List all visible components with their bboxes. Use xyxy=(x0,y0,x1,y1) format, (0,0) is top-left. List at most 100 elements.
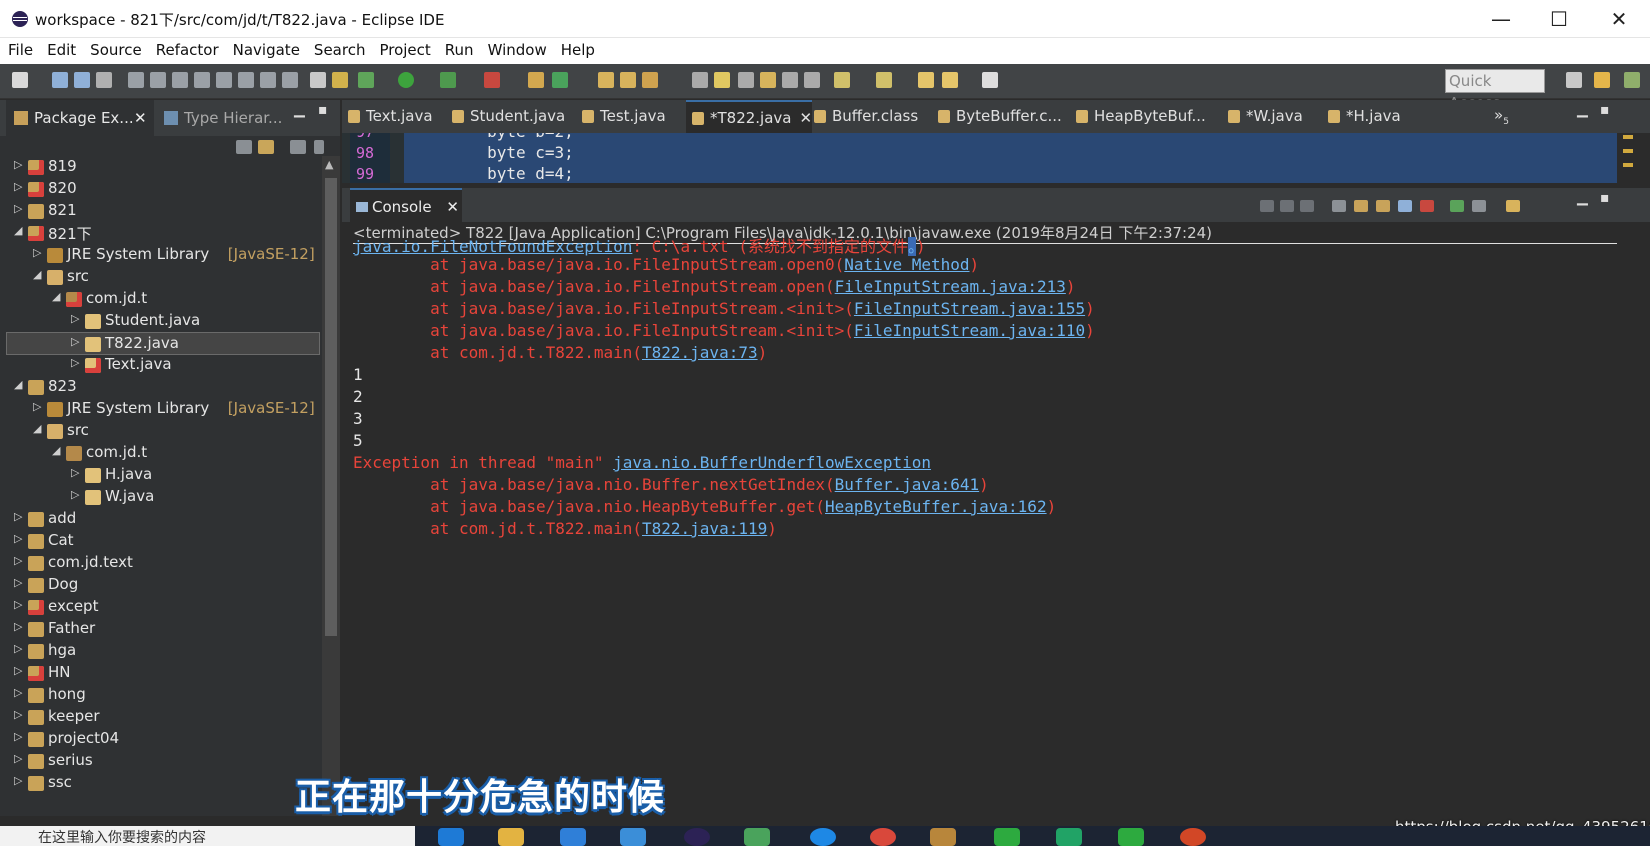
disconnect-icon[interactable] xyxy=(216,72,232,88)
tab-overflow[interactable]: »5 xyxy=(1494,100,1509,137)
word-wrap-icon[interactable] xyxy=(738,72,754,88)
editor-tab[interactable]: Buffer.class xyxy=(808,100,918,133)
maximize-console-icon[interactable]: ▪ xyxy=(1600,190,1610,206)
remove-launch-icon[interactable] xyxy=(1280,200,1294,212)
wechat-icon[interactable] xyxy=(994,828,1020,846)
maximize-view-icon[interactable]: ▪ xyxy=(318,102,328,118)
expand-arrow-icon[interactable]: ▷ xyxy=(14,158,22,171)
menu-help[interactable]: Help xyxy=(561,38,595,59)
terminate-icon[interactable] xyxy=(194,72,210,88)
expand-arrow-icon[interactable]: ▷ xyxy=(14,774,22,787)
scroll-lock-icon[interactable] xyxy=(1354,200,1368,212)
coverage-icon[interactable] xyxy=(440,72,456,88)
tab-console[interactable]: Console ✕ xyxy=(350,188,462,222)
toggle-block-selection-icon[interactable] xyxy=(310,72,326,88)
tree-item[interactable]: ▷ Dog xyxy=(0,574,322,597)
scrollbar-thumb[interactable] xyxy=(325,178,337,636)
maximize-editor-icon[interactable]: ▪ xyxy=(1600,102,1610,118)
tree-item[interactable]: ◢ src xyxy=(0,420,322,443)
editor-tab[interactable]: *H.java xyxy=(1322,100,1401,133)
next-annotation-icon[interactable] xyxy=(834,72,850,88)
resume-icon[interactable] xyxy=(150,72,166,88)
expand-arrow-icon[interactable]: ▷ xyxy=(14,620,22,633)
frame-link[interactable]: T822.java:73 xyxy=(642,343,758,362)
eclipse-taskbar-icon[interactable] xyxy=(684,828,710,846)
store-icon[interactable] xyxy=(620,828,646,846)
code-line[interactable]: byte c=3; xyxy=(410,143,574,162)
tree-item[interactable]: ▷ HN xyxy=(0,662,322,685)
print-icon[interactable] xyxy=(96,72,112,88)
clear-console-icon[interactable] xyxy=(1332,200,1346,212)
external-tools-icon[interactable] xyxy=(484,72,500,88)
expand-arrow-icon[interactable]: ▷ xyxy=(71,312,79,325)
toggle-ant-editor-icon[interactable] xyxy=(692,72,708,88)
expand-arrow-icon[interactable]: ▷ xyxy=(14,510,22,523)
wechat-work-icon[interactable] xyxy=(1118,828,1144,846)
tree-item[interactable]: ◢ 821下 xyxy=(0,222,322,245)
close-icon[interactable]: ✕ xyxy=(446,198,459,216)
menu-navigate[interactable]: Navigate xyxy=(233,38,300,59)
code-line[interactable]: byte b=2; xyxy=(410,133,574,141)
expand-arrow-icon[interactable]: ▷ xyxy=(14,708,22,721)
code-line[interactable]: byte d=4; xyxy=(410,164,574,183)
terminate-icon[interactable] xyxy=(1260,200,1274,212)
expand-arrow-icon[interactable]: ▷ xyxy=(14,202,22,215)
tree-item[interactable]: ▷ JRE System Library [JavaSE-12] xyxy=(0,244,322,267)
collapse-arrow-icon[interactable]: ◢ xyxy=(33,422,41,435)
expand-arrow-icon[interactable]: ▷ xyxy=(71,356,79,369)
tree-item[interactable]: ▷ hga xyxy=(0,640,322,663)
frame-link[interactable]: FileInputStream.java:110 xyxy=(854,321,1085,340)
expand-arrow-icon[interactable]: ▷ xyxy=(71,335,79,348)
collapse-all-icon[interactable] xyxy=(236,140,252,154)
menu-refactor[interactable]: Refactor xyxy=(156,38,219,59)
tree-item[interactable]: ▷ Cat xyxy=(0,530,322,553)
editor-tab[interactable]: *W.java xyxy=(1222,100,1303,133)
open-perspective-icon[interactable] xyxy=(1566,72,1582,88)
expand-arrow-icon[interactable]: ▷ xyxy=(14,664,22,677)
forward-icon[interactable] xyxy=(982,72,998,88)
expand-arrow-icon[interactable]: ▷ xyxy=(14,752,22,765)
tree-item[interactable]: ▷ except xyxy=(0,596,322,619)
suspend-icon[interactable] xyxy=(172,72,188,88)
expand-arrow-icon[interactable]: ▷ xyxy=(14,642,22,655)
editor-tab[interactable]: Text.java xyxy=(342,100,433,133)
tree-item[interactable]: ▷ com.jd.text xyxy=(0,552,322,575)
open-console-icon[interactable] xyxy=(1506,200,1520,212)
menu-run[interactable]: Run xyxy=(445,38,474,59)
tree-item[interactable]: ▷ 820 xyxy=(0,178,322,201)
tree-item[interactable]: ▷ ssc xyxy=(0,772,322,795)
scroll-up-icon[interactable]: ▲ xyxy=(325,158,333,171)
tree-item[interactable]: ▷ JRE System Library [JavaSE-12] xyxy=(0,398,322,421)
last-edit-location-icon[interactable] xyxy=(918,72,934,88)
tree-item[interactable]: ▷ W.java xyxy=(0,486,322,509)
minimize-button[interactable]: — xyxy=(1472,0,1530,38)
tree-item[interactable]: ▷ H.java xyxy=(0,464,322,487)
ruler-mark[interactable] xyxy=(1623,149,1633,153)
previous-annotation-icon[interactable] xyxy=(876,72,892,88)
debug-perspective-icon[interactable] xyxy=(1624,72,1640,88)
collapse-arrow-icon[interactable]: ◢ xyxy=(14,224,22,237)
new-java-project-icon[interactable] xyxy=(528,72,544,88)
step-return-icon[interactable] xyxy=(282,72,298,88)
pilcrow-icon[interactable] xyxy=(804,72,820,88)
frame-link[interactable]: Buffer.java:641 xyxy=(835,475,980,494)
expand-arrow-icon[interactable]: ▷ xyxy=(14,730,22,743)
save-all-icon[interactable] xyxy=(74,72,90,88)
back-icon[interactable] xyxy=(942,72,958,88)
menu-window[interactable]: Window xyxy=(488,38,547,59)
block-selection-icon[interactable] xyxy=(782,72,798,88)
menu-source[interactable]: Source xyxy=(90,38,142,59)
tree-item[interactable]: ▷ Father xyxy=(0,618,322,641)
menu-file[interactable]: File xyxy=(8,38,33,59)
taskbar-search-input[interactable]: 在这里输入你要搜索的内容 xyxy=(0,826,415,846)
tree-item[interactable]: ▷ keeper xyxy=(0,706,322,729)
tree-item[interactable]: ▷ 819 xyxy=(0,156,322,179)
toggle-highlight-icon[interactable] xyxy=(714,72,730,88)
frame-link[interactable]: HeapByteBuffer.java:162 xyxy=(825,497,1047,516)
close-button[interactable]: ✕ xyxy=(1590,0,1648,38)
show-on-stdout-icon[interactable] xyxy=(1398,200,1412,212)
minimize-view-icon[interactable]: ▁ xyxy=(294,102,305,118)
editor-tab[interactable]: Test.java xyxy=(576,100,666,133)
powerpoint-icon[interactable] xyxy=(1180,828,1206,846)
expand-arrow-icon[interactable]: ▷ xyxy=(71,466,79,479)
